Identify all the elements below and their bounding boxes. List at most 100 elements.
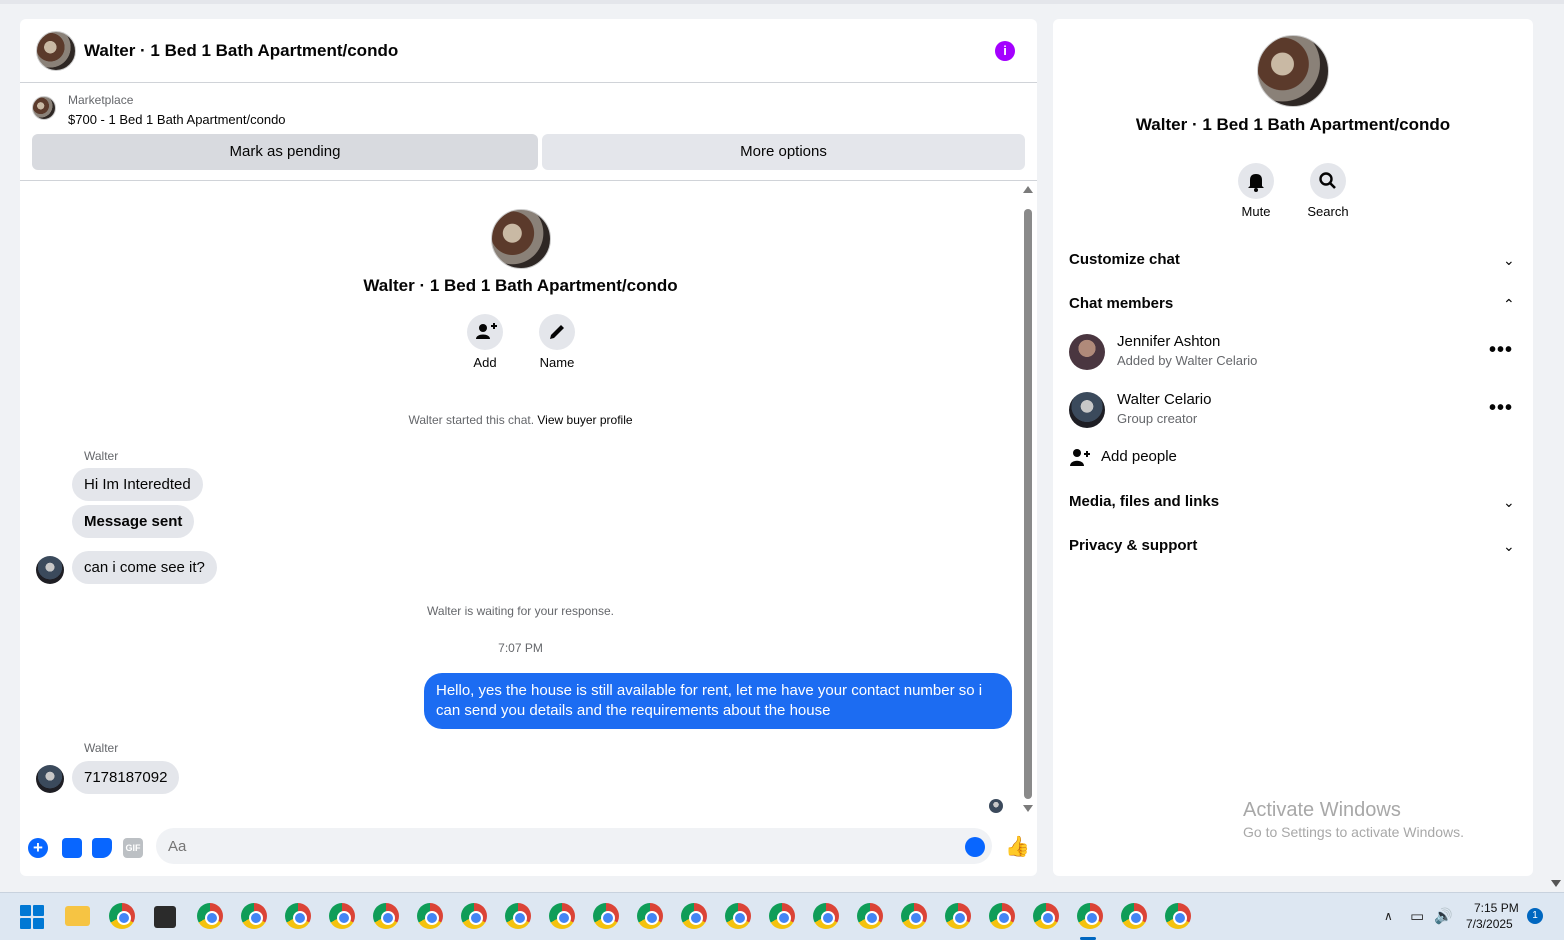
member-name[interactable]: Jennifer Ashton <box>1117 333 1220 350</box>
media-files-links-section[interactable]: Media, files and links <box>1069 493 1219 510</box>
chrome-profile-icon[interactable] <box>549 903 575 929</box>
listing-title[interactable]: $700 - 1 Bed 1 Bath Apartment/condo <box>68 112 286 127</box>
more-options-icon[interactable]: ••• <box>1489 397 1513 420</box>
waiting-notice: Walter is waiting for your response. <box>427 604 614 618</box>
timestamp: 7:07 PM <box>498 641 543 655</box>
thumbs-up-icon[interactable]: 👍 <box>1005 836 1030 858</box>
notification-badge[interactable]: 1 <box>1527 908 1543 924</box>
file-explorer-icon[interactable] <box>65 906 90 926</box>
chrome-profile-icon[interactable] <box>505 903 531 929</box>
listing-thumbnail[interactable] <box>32 96 56 120</box>
message-bubble[interactable]: Hi Im Interedted <box>72 468 203 501</box>
sticker-icon[interactable] <box>92 838 112 858</box>
more-options-button[interactable]: More options <box>542 134 1025 170</box>
member-role: Added by Walter Celario <box>1117 353 1258 368</box>
photo-icon[interactable] <box>62 838 82 858</box>
search-icon <box>1319 172 1336 189</box>
sender-name: Walter <box>84 741 119 755</box>
sender-avatar[interactable] <box>36 765 64 793</box>
outgoing-message-bubble[interactable]: Hello, yes the house is still available … <box>424 673 1012 729</box>
message-bubble[interactable]: 7178187092 <box>72 761 180 794</box>
scrollbar-thumb[interactable] <box>1024 209 1032 799</box>
plus-icon[interactable]: + <box>28 838 48 858</box>
emoji-icon[interactable] <box>965 837 985 857</box>
message-bubble[interactable]: Message sent <box>72 505 195 538</box>
mute-label: Mute <box>1241 204 1271 219</box>
sticky-notes-icon[interactable] <box>154 906 176 928</box>
chrome-profile-icon[interactable] <box>593 903 619 929</box>
chrome-profile-icon-active[interactable] <box>1077 903 1103 929</box>
chrome-profile-icon[interactable] <box>329 903 355 929</box>
chat-members-section[interactable]: Chat members <box>1069 295 1173 312</box>
browser-top-edge <box>0 0 1564 4</box>
chrome-profile-icon[interactable] <box>769 903 795 929</box>
scroll-up-arrow-icon[interactable] <box>1023 186 1033 193</box>
chat-avatar[interactable] <box>36 31 76 71</box>
chrome-profile-icon[interactable] <box>1165 903 1191 929</box>
chrome-profile-icon[interactable] <box>901 903 927 929</box>
intro-title: Walter · 1 Bed 1 Bath Apartment/condo <box>363 276 678 295</box>
add-people-button[interactable]: Add people <box>1101 448 1177 465</box>
scroll-down-arrow-icon[interactable] <box>1023 805 1033 812</box>
chrome-profile-icon[interactable] <box>989 903 1015 929</box>
message-input[interactable] <box>168 828 948 864</box>
name-label: Name <box>539 355 575 370</box>
chrome-profile-icon[interactable] <box>197 903 223 929</box>
chrome-profile-icon[interactable] <box>725 903 751 929</box>
search-button[interactable] <box>1310 163 1346 199</box>
chrome-profile-icon[interactable] <box>373 903 399 929</box>
chrome-profile-icon[interactable] <box>681 903 707 929</box>
chrome-profile-icon[interactable] <box>637 903 663 929</box>
chevron-up-icon[interactable]: ⌃ <box>1503 296 1515 313</box>
started-text: Walter started this chat. <box>408 413 535 427</box>
member-name[interactable]: Walter Celario <box>1117 391 1211 408</box>
chrome-profile-icon[interactable] <box>857 903 883 929</box>
add-person-icon <box>1070 449 1090 466</box>
group-avatar <box>1257 35 1329 107</box>
chrome-profile-icon[interactable] <box>461 903 487 929</box>
marketplace-bar: Marketplace $700 - 1 Bed 1 Bath Apartmen… <box>20 83 1037 181</box>
chrome-profile-icon[interactable] <box>813 903 839 929</box>
view-buyer-profile-link[interactable]: View buyer profile <box>537 413 632 427</box>
mute-button[interactable] <box>1238 163 1274 199</box>
chrome-profile-icon[interactable] <box>285 903 311 929</box>
chrome-icon[interactable] <box>109 903 135 929</box>
volume-icon[interactable]: 🔊 <box>1434 907 1453 925</box>
clock-time[interactable]: 7:15 PM <box>1474 901 1519 915</box>
clock-date[interactable]: 7/3/2025 <box>1466 917 1513 931</box>
chevron-down-icon[interactable]: ⌄ <box>1503 494 1515 511</box>
chevron-down-icon[interactable]: ⌄ <box>1503 538 1515 555</box>
privacy-support-section[interactable]: Privacy & support <box>1069 537 1197 554</box>
edit-name-button[interactable] <box>539 314 575 350</box>
member-avatar[interactable] <box>1069 334 1105 370</box>
message-input-wrapper <box>156 828 992 864</box>
intro-avatar <box>491 209 551 269</box>
member-avatar[interactable] <box>1069 392 1105 428</box>
chrome-profile-icon[interactable] <box>945 903 971 929</box>
gif-icon[interactable]: GIF <box>123 838 143 858</box>
tray-overflow-chevron-icon[interactable]: ∧ <box>1384 909 1393 923</box>
marketplace-label: Marketplace <box>68 93 134 107</box>
info-icon[interactable]: i <box>995 41 1015 61</box>
chrome-profile-icon[interactable] <box>417 903 443 929</box>
mark-as-pending-button[interactable]: Mark as pending <box>32 134 538 170</box>
start-button[interactable] <box>20 905 44 929</box>
windows-taskbar: ∧ ▭ 🔊 7:15 PM 7/3/2025 1 <box>0 892 1564 940</box>
chat-panel: Walter · 1 Bed 1 Bath Apartment/condo i … <box>20 19 1037 876</box>
bell-icon <box>1248 174 1264 192</box>
add-member-button[interactable] <box>467 314 503 350</box>
customize-chat-section[interactable]: Customize chat <box>1069 251 1180 268</box>
chrome-icon[interactable] <box>241 903 267 929</box>
sender-avatar[interactable] <box>36 556 64 584</box>
chevron-down-icon[interactable]: ⌄ <box>1503 252 1515 269</box>
member-role: Group creator <box>1117 411 1198 426</box>
more-options-icon[interactable]: ••• <box>1489 339 1513 362</box>
chrome-profile-icon[interactable] <box>1121 903 1147 929</box>
chat-title[interactable]: Walter · 1 Bed 1 Bath Apartment/condo <box>84 41 398 61</box>
seen-receipt-avatar <box>989 799 1003 813</box>
page-scroll-down-arrow-icon[interactable] <box>1551 880 1561 887</box>
chrome-profile-icon[interactable] <box>1033 903 1059 929</box>
message-bubble[interactable]: can i come see it? <box>72 551 217 584</box>
network-icon[interactable]: ▭ <box>1410 907 1424 925</box>
chat-started-notice: Walter started this chat. View buyer pro… <box>20 413 1021 427</box>
